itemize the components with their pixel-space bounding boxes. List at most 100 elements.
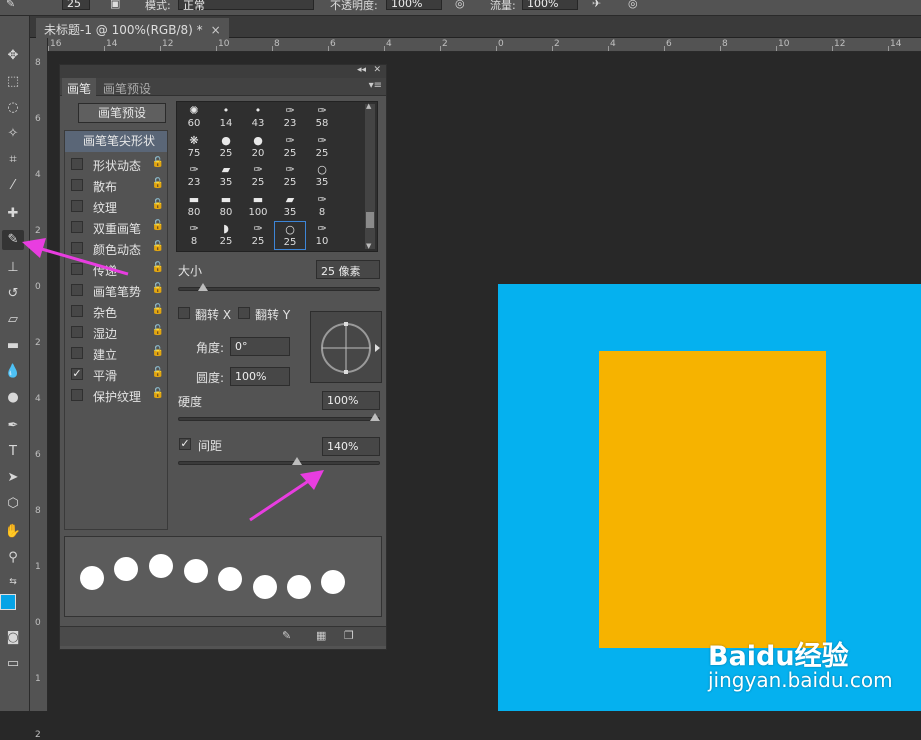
brush-tip-cell[interactable]: ▰ 35: [274, 192, 306, 221]
angle-field[interactable]: 0°: [230, 337, 290, 356]
brush-option-checkbox[interactable]: [71, 158, 83, 170]
healing-brush-tool-icon[interactable]: ✚: [2, 204, 24, 224]
brush-option-item[interactable]: 传递 🔓: [65, 259, 167, 280]
quick-select-tool-icon[interactable]: ✧: [2, 124, 24, 144]
brush-option-item[interactable]: 形状动态 🔓: [65, 154, 167, 175]
history-brush-tool-icon[interactable]: ↺: [2, 284, 24, 304]
lock-icon[interactable]: 🔓: [152, 178, 164, 189]
brush-option-checkbox[interactable]: [71, 326, 83, 338]
lock-icon[interactable]: 🔓: [152, 388, 164, 399]
size-field[interactable]: 25 像素: [316, 260, 380, 279]
size-slider-thumb[interactable]: [197, 283, 208, 291]
flip-y-checkbox[interactable]: [238, 307, 250, 319]
brush-option-checkbox[interactable]: [71, 200, 83, 212]
close-icon[interactable]: ✕: [373, 65, 381, 75]
panel-titlebar[interactable]: ◂◂ ✕: [60, 65, 386, 78]
brush-option-checkbox[interactable]: [71, 389, 83, 401]
brush-tip-cell[interactable]: • 14: [210, 103, 242, 132]
quick-mask-icon[interactable]: ◙: [2, 628, 24, 648]
brush-option-item[interactable]: 双重画笔 🔓: [65, 217, 167, 238]
path-select-tool-icon[interactable]: ➤: [2, 468, 24, 488]
move-tool-icon[interactable]: ✥: [2, 46, 24, 66]
toggle-live-tip-icon[interactable]: ✎: [282, 629, 291, 642]
brush-option-checkbox[interactable]: ✓: [71, 368, 83, 380]
brush-tip-cell[interactable]: ○ 35: [306, 162, 338, 191]
brush-tip-cell[interactable]: ▰ 35: [210, 162, 242, 191]
lock-icon[interactable]: 🔓: [152, 367, 164, 378]
tab-brush[interactable]: 画笔: [62, 78, 97, 96]
brush-option-item[interactable]: 杂色 🔓: [65, 301, 167, 322]
horizontal-ruler[interactable]: 16 14 12 10 8 6 4 2 0 2 4 6 8 10 12 14: [48, 38, 921, 52]
brush-option-item[interactable]: 保护纹理 🔓: [65, 385, 167, 406]
brush-tip-cell[interactable]: ❋ 75: [178, 133, 210, 162]
lock-icon[interactable]: 🔓: [152, 346, 164, 357]
canvas-orange-rectangle[interactable]: [599, 351, 826, 648]
brush-tip-cell[interactable]: ✑ 10: [306, 221, 338, 250]
brush-tip-cell[interactable]: ● 20: [242, 133, 274, 162]
spacing-field[interactable]: 140%: [322, 437, 380, 456]
pen-tool-icon[interactable]: ✒: [2, 416, 24, 436]
brush-option-item[interactable]: 散布 🔓: [65, 175, 167, 196]
brush-option-item[interactable]: 画笔笔势 🔓: [65, 280, 167, 301]
gradient-tool-icon[interactable]: ▬: [2, 336, 24, 356]
zoom-tool-icon[interactable]: ⚲: [2, 548, 24, 568]
blur-tool-icon[interactable]: 💧: [2, 362, 24, 382]
type-tool-icon[interactable]: T: [2, 442, 24, 462]
brush-tip-cell[interactable]: • 43: [242, 103, 274, 132]
vertical-ruler[interactable]: 8642024681012: [30, 38, 48, 740]
angle-crosshair-icon[interactable]: [311, 312, 383, 384]
brush-tool-icon[interactable]: ✎: [2, 230, 24, 250]
brush-option-checkbox[interactable]: [71, 347, 83, 359]
hand-tool-icon[interactable]: ✋: [2, 522, 24, 542]
brush-size-field[interactable]: 25: [62, 0, 90, 10]
brush-tip-cell[interactable]: ◗ 25: [210, 221, 242, 250]
brush-option-checkbox[interactable]: [71, 284, 83, 296]
size-slider[interactable]: [178, 283, 380, 291]
brush-tip-cell[interactable]: ✑ 25: [242, 221, 274, 250]
lock-icon[interactable]: 🔓: [152, 283, 164, 294]
brush-tip-cell[interactable]: ▬ 80: [178, 192, 210, 221]
lock-icon[interactable]: 🔓: [152, 241, 164, 252]
brush-option-item[interactable]: 颜色动态 🔓: [65, 238, 167, 259]
roundness-field[interactable]: 100%: [230, 367, 290, 386]
brush-tip-cell[interactable]: ▬ 80: [210, 192, 242, 221]
foreground-color-swatch[interactable]: [0, 594, 16, 610]
document-tab[interactable]: 未标题-1 @ 100%(RGB/8) * ×: [36, 18, 229, 38]
spacing-checkbox[interactable]: ✓: [179, 438, 191, 450]
pressure-size-icon[interactable]: ◎: [628, 0, 638, 10]
tab-brush-presets[interactable]: 画笔预设: [98, 78, 156, 96]
brush-tip-cell[interactable]: ▬ 100: [242, 192, 274, 221]
lock-icon[interactable]: 🔓: [152, 262, 164, 273]
brush-option-item[interactable]: ✓ 平滑 🔓: [65, 364, 167, 385]
eyedropper-tool-icon[interactable]: ⁄: [2, 176, 24, 196]
mode-select[interactable]: 正常: [178, 0, 314, 12]
close-icon[interactable]: ×: [211, 23, 221, 37]
brush-tip-cell[interactable]: ✑ 58: [306, 103, 338, 132]
brush-tip-cell[interactable]: ✑ 23: [178, 162, 210, 191]
swap-colors-icon[interactable]: ⇆: [2, 572, 24, 592]
brush-tip-cell[interactable]: ✑ 25: [242, 162, 274, 191]
angle-roundness-widget[interactable]: [310, 311, 382, 383]
lock-icon[interactable]: 🔓: [152, 304, 164, 315]
brush-tip-cell[interactable]: ✑ 23: [274, 103, 306, 132]
brush-tip-cell[interactable]: ✑ 8: [306, 192, 338, 221]
eraser-tool-icon[interactable]: ▱: [2, 310, 24, 330]
scroll-up-icon[interactable]: ▲: [366, 102, 371, 110]
brush-tool-icon[interactable]: ✎: [6, 0, 15, 10]
brush-option-checkbox[interactable]: [71, 242, 83, 254]
brush-option-checkbox[interactable]: [71, 263, 83, 275]
marquee-tool-icon[interactable]: ⬚: [2, 72, 24, 92]
brush-grid-icon[interactable]: ▦: [316, 629, 326, 642]
brush-tip-cell[interactable]: ✑ 25: [274, 162, 306, 191]
brush-tip-cell[interactable]: ✑ 8: [178, 221, 210, 250]
lock-icon[interactable]: 🔓: [152, 220, 164, 231]
panel-menu-icon[interactable]: ▾≡: [369, 80, 382, 91]
brush-option-item[interactable]: 建立 🔓: [65, 343, 167, 364]
brush-tip-cell[interactable]: ✑ 25: [274, 133, 306, 162]
brush-tip-cell[interactable]: ○ 25: [274, 221, 306, 251]
new-brush-icon[interactable]: ❐: [344, 629, 354, 642]
hardness-slider-thumb[interactable]: [370, 413, 380, 421]
brush-tip-cell[interactable]: ● 25: [210, 133, 242, 162]
brush-grid-scroll-thumb[interactable]: [366, 212, 374, 228]
dodge-tool-icon[interactable]: ●: [2, 388, 24, 408]
